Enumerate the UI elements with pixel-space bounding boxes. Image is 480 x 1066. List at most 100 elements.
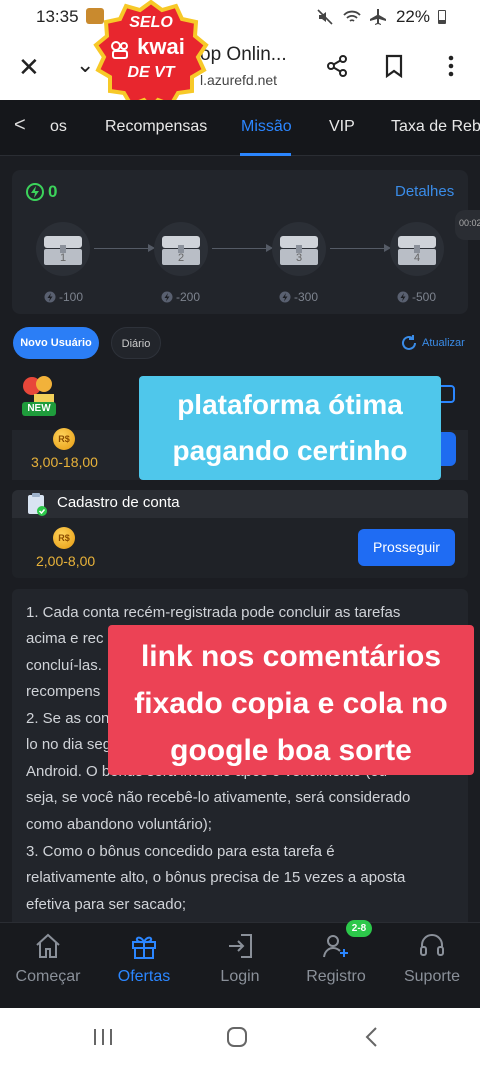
nav-registro[interactable]: Registro: [288, 923, 384, 1009]
login-icon: [229, 934, 252, 958]
clipboard-icon: [28, 493, 47, 516]
new-badge: NEW: [22, 402, 56, 416]
system-navigation-bar: [0, 1008, 480, 1066]
chest-3[interactable]: 3: [272, 222, 326, 276]
browser-toolbar: ✕ ⌄ op Onlin... l.azurefd.net: [0, 34, 480, 100]
recent-apps-icon[interactable]: [92, 1028, 114, 1046]
caption-line: plataforma ótima: [177, 389, 403, 420]
chest-cost-2: -200: [161, 290, 200, 304]
headset-icon: [420, 934, 444, 956]
chest-1[interactable]: 1: [36, 222, 90, 276]
bolt-icon: [26, 183, 44, 201]
treasure-chest-icon: [162, 236, 200, 265]
nav-login[interactable]: Login: [192, 923, 288, 1009]
nav-label: Registro: [306, 968, 366, 985]
coin-icon: R$: [53, 428, 75, 450]
bookmark-icon[interactable]: [384, 54, 404, 78]
chest-number: 1: [59, 252, 67, 264]
gift-icon: [132, 936, 156, 959]
nav-ofertas[interactable]: Ofertas: [96, 923, 192, 1009]
registro-badge: 2-8: [346, 920, 372, 937]
chest-cost-1: -100: [44, 290, 83, 304]
refresh-label: Atualizar: [422, 337, 465, 349]
refresh-button[interactable]: Atualizar: [400, 334, 465, 352]
caption-line: fixado copia e cola no: [134, 687, 448, 720]
tab-navigation: < os Recompensas Missão VIP Taxa de Reba: [0, 100, 480, 156]
home-button-icon[interactable]: [226, 1026, 248, 1048]
bolt-icon: [279, 291, 291, 303]
caption-line: link nos comentários: [140, 640, 442, 673]
rules-line: relativamente alto, o bônus precisa de 1…: [26, 869, 406, 886]
tab-taxa-rebate[interactable]: Taxa de Reba: [391, 118, 480, 136]
page-title: op Onlin...: [200, 44, 287, 65]
badge-line1: SELO: [129, 14, 173, 31]
bolt-icon: [397, 291, 409, 303]
treasure-chest-icon: [280, 236, 318, 265]
chest-number: 2: [177, 252, 185, 264]
timer-value: 00:02: [459, 218, 480, 228]
more-options-icon[interactable]: [446, 54, 456, 78]
task-reward: 2,00-8,00: [36, 553, 96, 569]
home-icon: [36, 933, 60, 958]
new-task-icon: NEW: [18, 372, 68, 420]
caption-red: link nos comentários fixado copia e cola…: [108, 625, 474, 775]
bolt-icon: [44, 291, 56, 303]
task-title: Cadastro de conta: [57, 494, 180, 511]
rules-line: efetiva para ser sacado;: [26, 896, 187, 913]
filter-daily[interactable]: Diário: [111, 327, 161, 359]
chest-2[interactable]: 2: [154, 222, 208, 276]
share-icon[interactable]: [325, 54, 349, 78]
battery-percent: 22%: [395, 7, 430, 26]
bottom-navigation: Começar Ofertas Login Registro Suporte: [0, 922, 480, 1008]
bolt-counter: 0: [26, 182, 57, 202]
back-icon[interactable]: [364, 1026, 378, 1048]
active-tab-indicator: [240, 153, 291, 156]
timer-side-tab[interactable]: 00:02: [455, 210, 480, 240]
chevron-left-icon[interactable]: <: [14, 114, 26, 137]
nav-label: Começar: [15, 968, 81, 985]
battery-icon: [438, 10, 446, 24]
nav-comecar[interactable]: Começar: [0, 923, 96, 1009]
caption-line: google boa sorte: [170, 734, 412, 767]
page-url: l.azurefd.net: [200, 72, 278, 88]
chest-arrow: [330, 248, 384, 249]
add-user-icon: [323, 935, 348, 958]
tab-recompensas[interactable]: Recompensas: [105, 118, 207, 136]
caption-cyan: plataforma ótima pagando certinho: [139, 376, 441, 480]
nav-suporte[interactable]: Suporte: [384, 923, 480, 1009]
chest-4[interactable]: 4: [390, 222, 444, 276]
airplane-icon: [369, 9, 386, 25]
chest-cost-4: -500: [397, 290, 436, 304]
bolt-count-value: 0: [48, 182, 58, 201]
refresh-icon: [402, 335, 416, 350]
tab-partial[interactable]: os: [50, 118, 67, 136]
proceed-button[interactable]: Prosseguir: [358, 529, 455, 566]
chest-number: 3: [295, 252, 303, 264]
tab-missao[interactable]: Missão: [241, 118, 292, 136]
bolt-icon: [161, 291, 173, 303]
rules-line: 3. Como o bônus concedido para esta tare…: [26, 843, 335, 860]
chest-cost-3: -300: [279, 290, 318, 304]
rules-line: como abandono voluntário);: [26, 816, 212, 833]
rules-line: seja, se você não recebê-lo ativamente, …: [26, 789, 411, 806]
coin-icon: R$: [53, 527, 75, 549]
filter-new-user[interactable]: Novo Usuário: [13, 327, 99, 359]
chest-number: 4: [413, 252, 421, 264]
nav-label: Suporte: [403, 968, 461, 985]
task-first-reward: 3,00-18,00: [31, 454, 98, 470]
mute-icon: [317, 9, 333, 25]
rules-line: 1. Cada conta recém-registrada pode conc…: [26, 604, 401, 621]
status-bar: 13:35 22%: [0, 0, 480, 34]
status-time: 13:35: [36, 7, 79, 26]
kwai-seal-logo: SELO kwai DE VT: [92, 0, 210, 112]
close-icon[interactable]: ✕: [18, 52, 40, 83]
details-link[interactable]: Detalhes: [395, 183, 454, 200]
tab-vip[interactable]: VIP: [329, 118, 355, 136]
treasure-chest-icon: [398, 236, 436, 265]
chest-arrow: [212, 248, 266, 249]
nav-label: Ofertas: [117, 968, 171, 985]
nav-label: Login: [220, 968, 260, 985]
kwai-icon: [111, 41, 128, 59]
wifi-icon: [343, 10, 361, 22]
chest-arrow: [94, 248, 148, 249]
